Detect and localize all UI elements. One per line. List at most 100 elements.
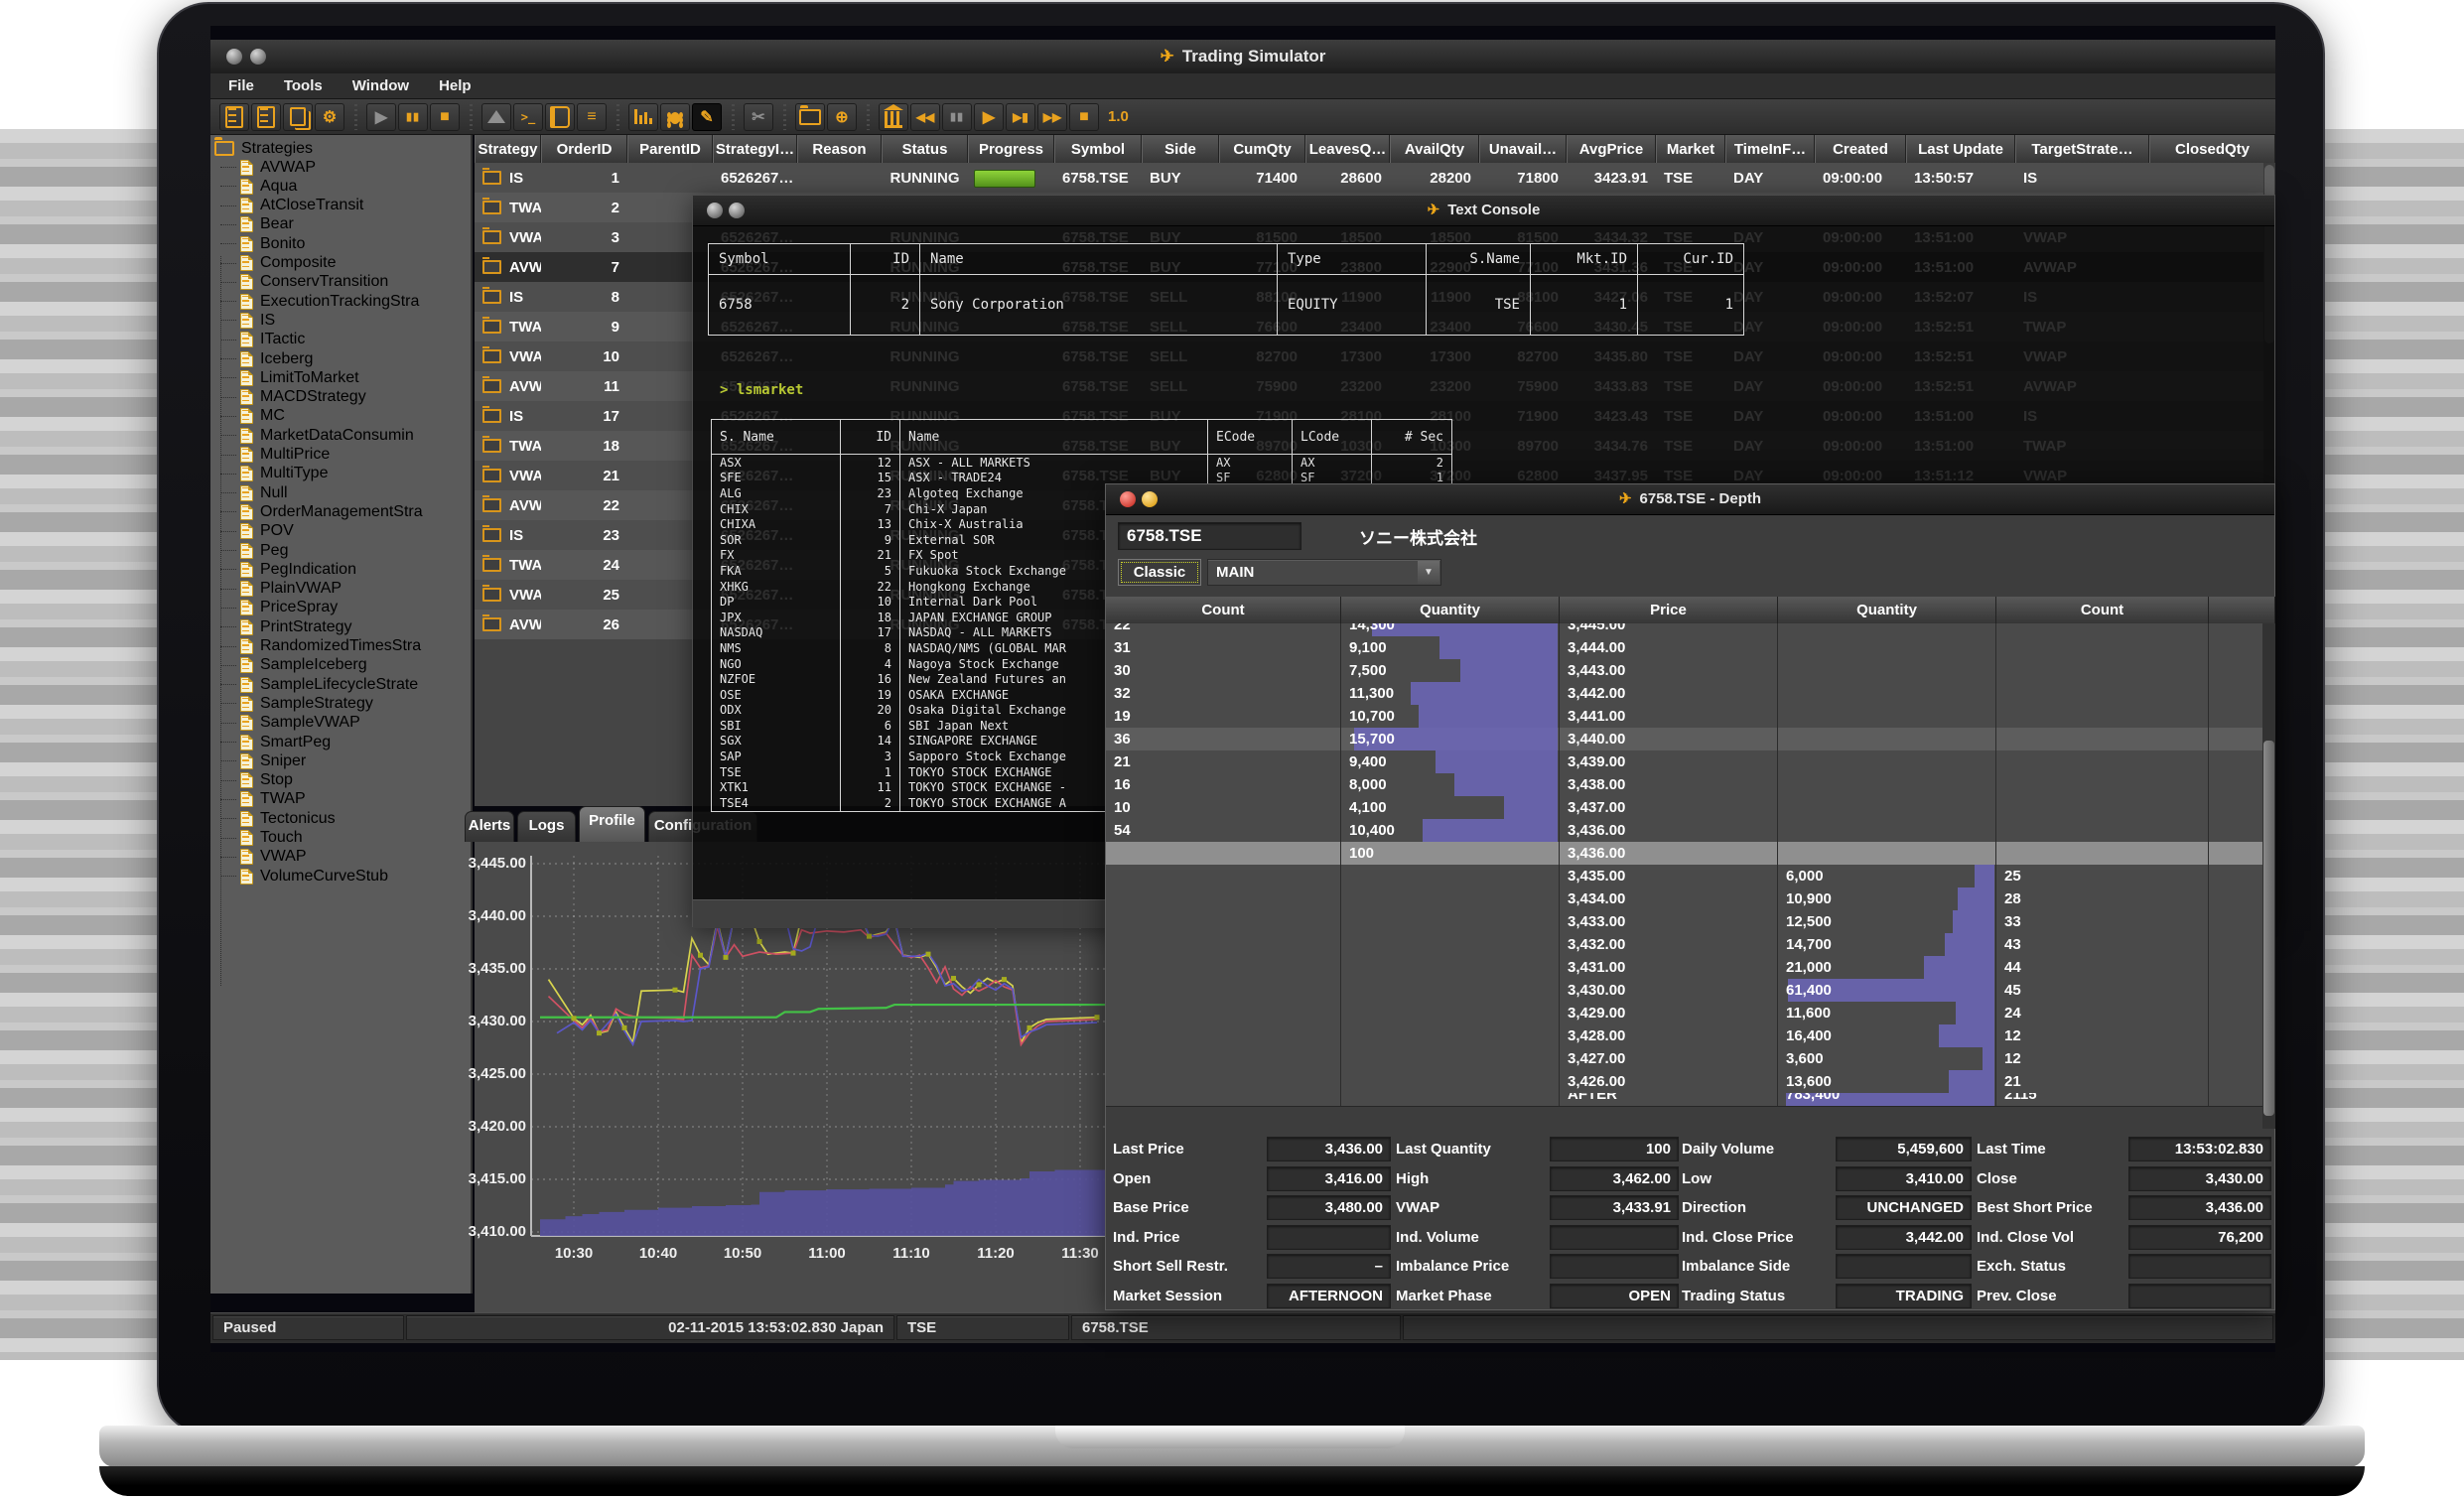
table-row[interactable]: IS16526267…RUNNING6758.TSEBUY71400286002… (475, 163, 2275, 193)
sidebar-item-smartpeg[interactable]: SmartPeg (240, 733, 331, 751)
depth-ask-row[interactable]: AFTER783,4002115 (1106, 1093, 2262, 1107)
sidebar-item-executiontrackingstra[interactable]: ExecutionTrackingStra (240, 292, 419, 311)
book-view-button[interactable] (545, 103, 575, 131)
depth-bid-row[interactable]: 3211,3003,442.00 (1106, 682, 2262, 706)
sidebar-item-limittomarket[interactable]: LimitToMarket (240, 368, 359, 387)
sidebar-item-itactic[interactable]: ITactic (240, 331, 305, 349)
depth-ask-row[interactable]: 3,433.0012,50033 (1106, 910, 2262, 934)
sidebar-item-stop[interactable]: Stop (240, 771, 293, 790)
sidebar-item-volumecurvestub[interactable]: VolumeCurveStub (240, 867, 388, 886)
sidebar-item-pricespray[interactable]: PriceSpray (240, 599, 338, 617)
sim-step-button[interactable]: ▶▮ (1006, 103, 1035, 131)
sidebar-item-macdstrategy[interactable]: MACDStrategy (240, 388, 366, 407)
sidebar-item-pegindication[interactable]: PegIndication (240, 560, 356, 579)
sidebar-item-vwap[interactable]: VWAP (240, 848, 307, 867)
column-header-leavesq[interactable]: LeavesQ… (1305, 135, 1390, 163)
edit-mode-pencil-button[interactable]: ✎ (692, 103, 722, 131)
column-header-progress[interactable]: Progress (968, 135, 1054, 163)
sidebar-item-randomizedtimesstra[interactable]: RandomizedTimesStra (240, 637, 421, 656)
sidebar-item-null[interactable]: Null (240, 483, 288, 502)
sim-stop-button[interactable]: ■ (1069, 103, 1099, 131)
column-header-lastupdate[interactable]: Last Update (1906, 135, 2015, 163)
console-view-button[interactable]: >_ (513, 103, 543, 131)
depth-ask-row[interactable]: 3,435.006,00025 (1106, 865, 2262, 888)
column-header-unavail[interactable]: Unavail… (1479, 135, 1567, 163)
column-header-targetstrate[interactable]: TargetStrate… (2015, 135, 2149, 163)
depth-ask-row[interactable]: 3,430.0061,40045 (1106, 979, 2262, 1003)
exchange-bank-button[interactable] (879, 103, 908, 131)
column-header-status[interactable]: Status (882, 135, 968, 163)
tab-alerts[interactable]: Alerts (465, 811, 514, 842)
column-header-avgprice[interactable]: AvgPrice (1567, 135, 1656, 163)
sidebar-item-multitype[interactable]: MultiType (240, 465, 328, 483)
depth-titlebar[interactable]: ✈6758.TSE - Depth (1106, 484, 2274, 515)
depth-symbol-field[interactable]: 6758.TSE (1118, 522, 1301, 550)
depth-bid-row[interactable]: 219,4003,439.00 (1106, 750, 2262, 774)
sidebar-item-avwap[interactable]: AVWAP (240, 158, 316, 177)
sidebar-item-tectonicus[interactable]: Tectonicus (240, 809, 336, 828)
column-header-reason[interactable]: Reason (797, 135, 882, 163)
sim-pause-button[interactable]: ▮▮ (942, 103, 972, 131)
sidebar-item-plainvwap[interactable]: PlainVWAP (240, 580, 342, 599)
tab-logs[interactable]: Logs (517, 811, 576, 842)
new-strategy-button[interactable] (219, 103, 249, 131)
menu-window[interactable]: Window (352, 77, 409, 94)
sidebar-item-is[interactable]: IS (240, 311, 275, 330)
sidebar-item-printstrategy[interactable]: PrintStrategy (240, 617, 351, 636)
markets-globe-button[interactable]: ⊕ (827, 103, 857, 131)
depth-bid-row[interactable]: 168,0003,438.00 (1106, 773, 2262, 797)
column-header-availqty[interactable]: AvailQty (1390, 135, 1479, 163)
column-header-symbol[interactable]: Symbol (1054, 135, 1142, 163)
sidebar-item-peg[interactable]: Peg (240, 541, 288, 560)
sidebar-item-twap[interactable]: TWAP (240, 790, 306, 809)
sidebar-item-marketdataconsumin[interactable]: MarketDataConsumin (240, 426, 414, 445)
open-folder-button[interactable] (795, 103, 825, 131)
pause-strategy-button[interactable]: ▮▮ (398, 103, 428, 131)
sidebar-item-conservtransition[interactable]: ConservTransition (240, 273, 388, 292)
column-header-strategyi[interactable]: StrategyI… (713, 135, 797, 163)
sidebar-item-multiprice[interactable]: MultiPrice (240, 446, 330, 465)
menu-help[interactable]: Help (439, 77, 472, 94)
column-header-parentid[interactable]: ParentID (627, 135, 713, 163)
sidebar-item-bonito[interactable]: Bonito (240, 234, 305, 253)
column-header-cumqty[interactable]: CumQty (1219, 135, 1305, 163)
sidebar-item-pov[interactable]: POV (240, 522, 294, 541)
depth-view-button[interactable]: Classic (1118, 559, 1201, 586)
sim-play-button[interactable]: ▶ (974, 103, 1004, 131)
copy-strategy-button[interactable] (283, 103, 313, 131)
sim-ffwd-button[interactable]: ▶▶ (1037, 103, 1067, 131)
main-window-titlebar[interactable]: ✈Trading Simulator (210, 40, 2275, 74)
sidebar-item-samplestrategy[interactable]: SampleStrategy (240, 694, 373, 713)
column-header-timeinf[interactable]: TimeInF… (1725, 135, 1815, 163)
sidebar-root-strategies[interactable]: Strategies (214, 139, 313, 158)
depth-ask-row[interactable]: 3,428.0016,40012 (1106, 1024, 2262, 1048)
depth-vertical-scrollbar[interactable] (2262, 623, 2275, 1129)
depth-bid-row[interactable]: 1910,7003,441.00 (1106, 705, 2262, 729)
sidebar-item-samplelifecyclestrate[interactable]: SampleLifecycleStrate (240, 675, 418, 694)
chart-view-button[interactable] (481, 103, 511, 131)
sidebar-item-mc[interactable]: MC (240, 407, 285, 426)
depth-ask-row[interactable]: 3,431.0021,00044 (1106, 956, 2262, 980)
sidebar-item-sampleiceberg[interactable]: SampleIceberg (240, 656, 367, 675)
depth-bid-row[interactable]: 319,1003,444.00 (1106, 636, 2262, 660)
depth-bid-row[interactable]: 2214,3003,445.00 (1106, 623, 2262, 637)
column-header-strategy[interactable]: Strategy (475, 135, 541, 163)
menu-tools[interactable]: Tools (284, 77, 323, 94)
depth-bid-row[interactable]: 307,5003,443.00 (1106, 659, 2262, 683)
list-view-button[interactable]: ≡ (577, 103, 607, 131)
sidebar-item-iceberg[interactable]: Iceberg (240, 349, 313, 368)
disconnect-scissors-button[interactable]: ✂ (744, 103, 773, 131)
sidebar-item-touch[interactable]: Touch (240, 829, 303, 848)
depth-bid-row[interactable]: 5410,4003,436.00 (1106, 819, 2262, 843)
sidebar-item-ordermanagementstra[interactable]: OrderManagementStra (240, 502, 423, 521)
console-titlebar[interactable]: ✈Text Console (693, 196, 2274, 226)
depth-board-select[interactable]: MAIN ▼ (1207, 559, 1441, 586)
run-strategy-button[interactable]: ▶ (366, 103, 396, 131)
sim-rewind-button[interactable]: ◀◀ (910, 103, 940, 131)
column-header-side[interactable]: Side (1142, 135, 1219, 163)
settings-gear-button[interactable]: ⚙ (315, 103, 344, 131)
sidebar-item-composite[interactable]: Composite (240, 254, 336, 273)
depth-ask-row[interactable]: 3,426.0013,60021 (1106, 1070, 2262, 1094)
sidebar-item-atclosetransit[interactable]: AtCloseTransit (240, 197, 363, 215)
column-header-closedqty[interactable]: ClosedQty (2149, 135, 2275, 163)
